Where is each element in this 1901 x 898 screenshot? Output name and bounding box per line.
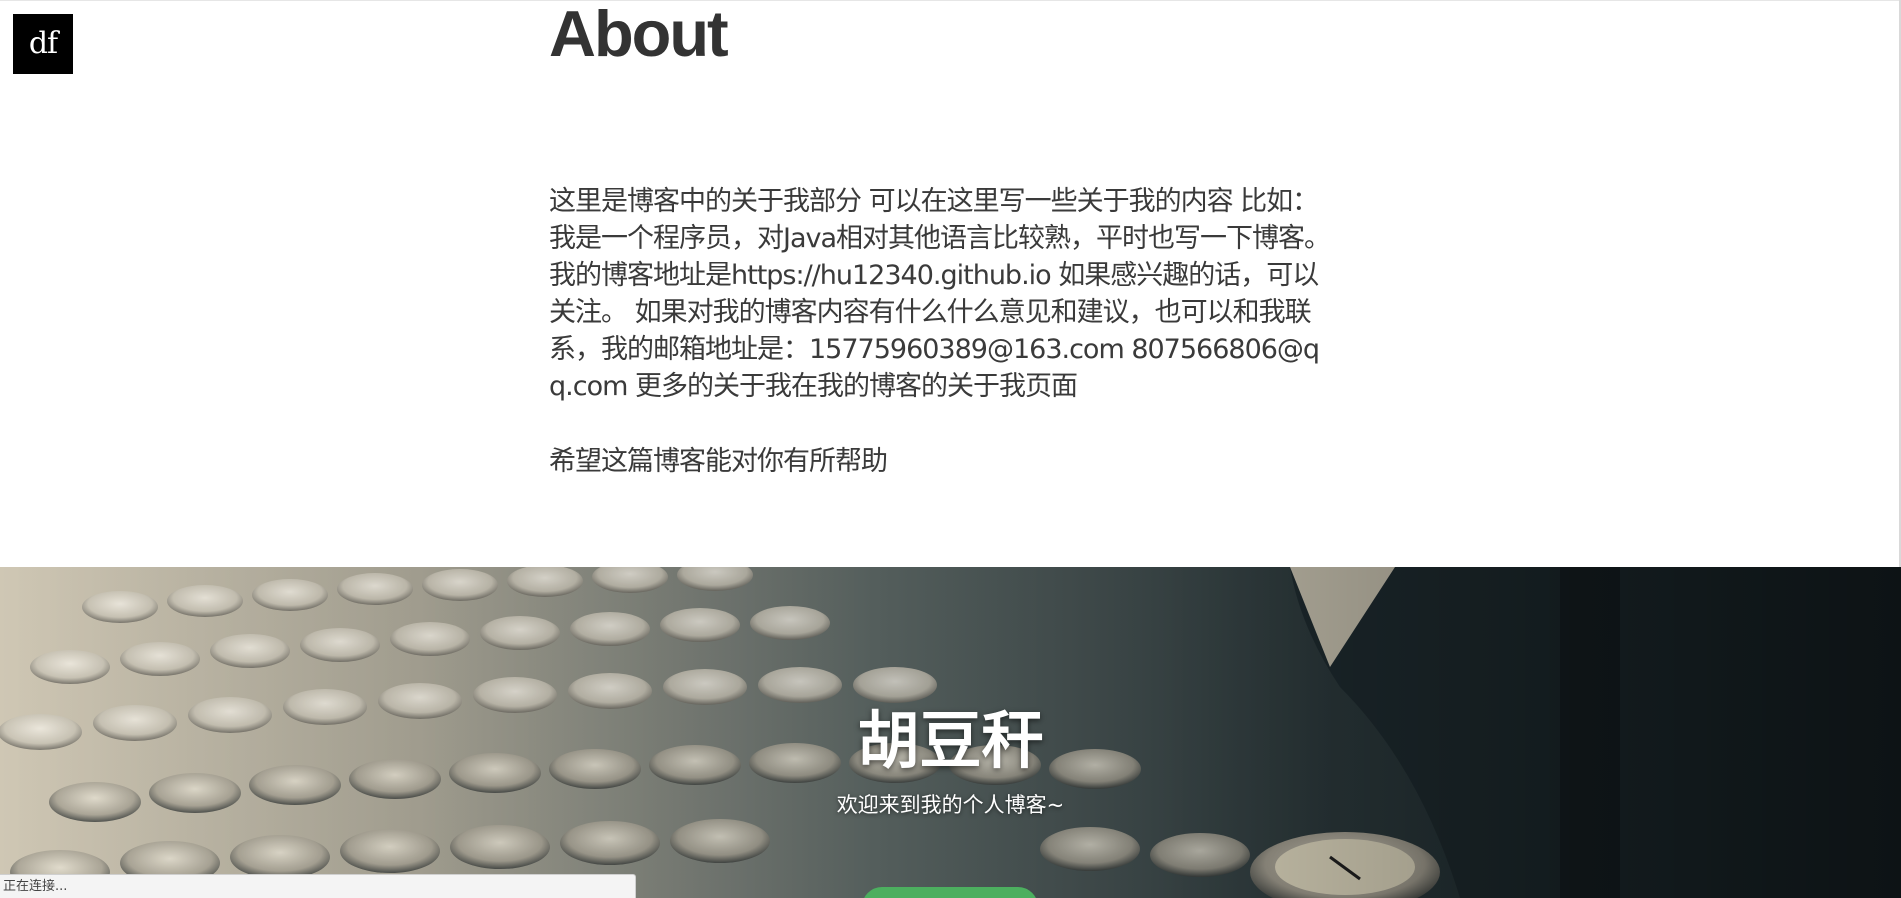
about-paragraph: 这里是博客中的关于我部分 可以在这里写一些关于我的内容 比如： 我是一个程序员，… bbox=[549, 186, 1331, 402]
hero-subtitle: 欢迎来到我的个人博客~ bbox=[836, 793, 1065, 817]
hero-action-button[interactable] bbox=[862, 887, 1038, 898]
page: df About 这里是博客中的关于我部分 可以在这里写一些关于我的内容 比如：… bbox=[0, 0, 1901, 898]
site-logo[interactable]: df bbox=[13, 14, 73, 74]
top-divider bbox=[0, 0, 1901, 1]
hero-title: 胡豆秆 bbox=[857, 704, 1044, 777]
page-title: About bbox=[549, 0, 729, 70]
closing-line: 希望这篇博客能对你有所帮助 bbox=[549, 446, 888, 477]
browser-status-bar: 正在连接... bbox=[0, 874, 636, 898]
hero-banner: 胡豆秆 欢迎来到我的个人博客~ bbox=[0, 567, 1901, 898]
